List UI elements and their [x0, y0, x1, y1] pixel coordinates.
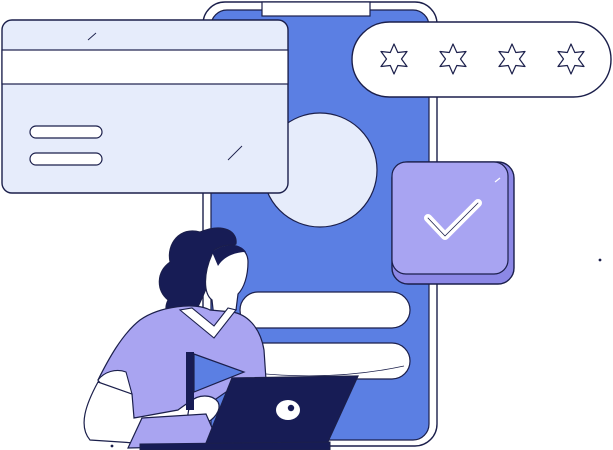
card-line-1: [29, 125, 103, 139]
phone-notch: [261, 1, 371, 17]
card-line-2: [29, 152, 103, 166]
decor-dot: [598, 258, 602, 262]
laptop-base: [139, 441, 331, 450]
rating-pill: [351, 21, 612, 98]
decor-dot: [110, 444, 114, 448]
card-body: [1, 19, 289, 194]
check-badge: [391, 161, 515, 285]
laptop-logo-dot: [287, 404, 295, 412]
payment-card: [1, 19, 289, 194]
laptop-logo-icon: [276, 400, 300, 420]
check-badge-tile: [391, 161, 509, 275]
card-stripe: [1, 49, 289, 85]
flag-pole: [186, 352, 194, 410]
onboarding-illustration: [1, 1, 612, 450]
content-bar-1: [239, 291, 411, 329]
